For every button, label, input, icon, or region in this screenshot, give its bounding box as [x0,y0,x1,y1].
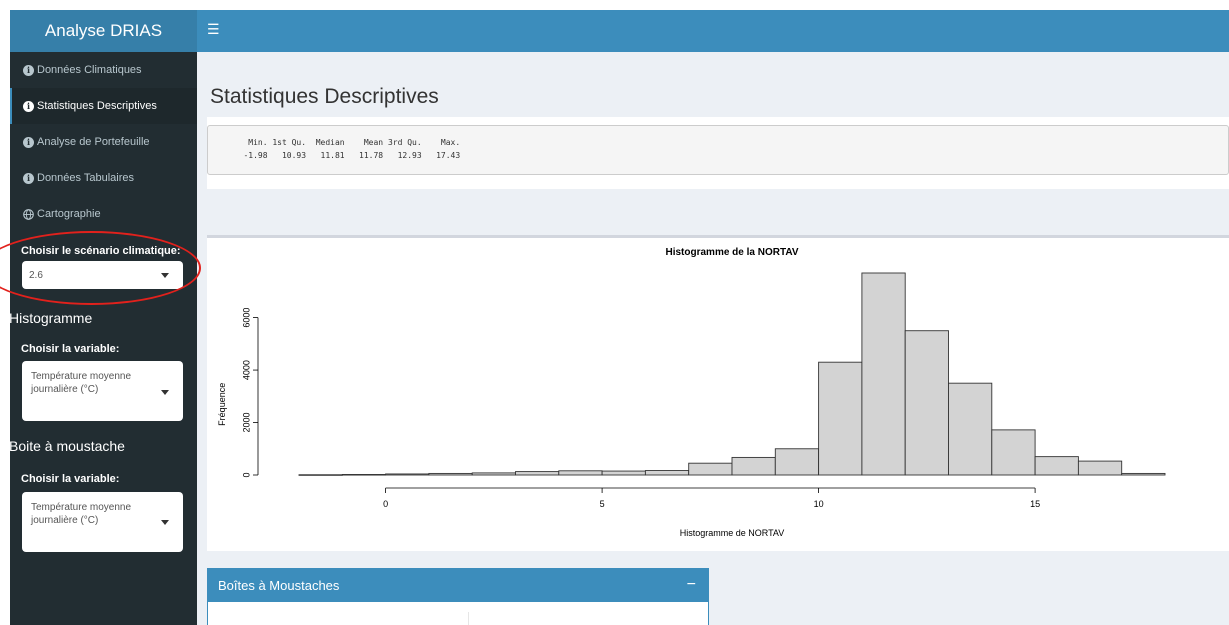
boxplot-variable-value: Température moyenne journalière (°C) [31,502,132,526]
sidebar-item-label: Données Climatiques [37,64,142,76]
x-tick-label: 0 [383,499,388,509]
boxplot-panel: Boîtes à Moustaches − [207,568,709,625]
histogram-section-title: Histogramme [9,310,93,326]
histogram-bar [731,456,776,476]
histogram-bar [298,474,343,476]
sidebar-item-label: Données Tabulaires [37,172,135,184]
info-circle-icon: i [23,64,34,76]
chevron-down-icon [161,520,169,525]
histogram-box: Histogramme de la NORTAV 0 5 10 15 Histogramm… [207,235,1229,551]
histogram-bar [1034,456,1079,476]
summary-output: Min. 1st Qu. Median Mean 3rd Qu. Max. -1… [207,125,1229,175]
histogram-variable-label: Choisir la variable: [21,343,120,355]
summary-box: Min. 1st Qu. Median Mean 3rd Qu. Max. -1… [207,117,1229,189]
histogram-bar [601,470,646,476]
y-tick-label: 0 [241,472,251,477]
main-content: Statistiques Descriptives Min. 1st Qu. M… [197,52,1229,625]
boxplot-section-title: Boite à moustache [9,438,125,454]
x-tick-label: 10 [814,499,824,509]
histogram-variable-select[interactable]: Température moyenne journalière (°C) [22,361,183,421]
panel-divider [468,612,469,625]
sidebar-item-label: Cartographie [37,208,101,220]
y-tick-label: 2000 [241,413,251,433]
histogram-bar [644,470,690,476]
histogram-bar [558,470,603,476]
histogram-variable-value: Température moyenne journalière (°C) [31,371,132,395]
globe-icon [23,208,34,220]
sidebar-item-donnees-climatiques[interactable]: i Données Climatiques [10,52,197,88]
info-circle-icon: i [23,172,34,184]
summary-value-row: -1.98 10.93 11.81 11.78 12.93 17.43 [229,151,461,160]
app-title: Analyse DRIAS [44,21,163,40]
boxplot-panel-header: Boîtes à Moustaches − [208,569,708,602]
app-logo[interactable]: Analyse DRIAS [10,10,197,52]
histogram-bar [385,473,430,476]
histogram-bar [861,272,906,476]
histogram-bar [1077,460,1123,476]
y-tick-label: 6000 [241,308,251,328]
sidebar-item-label: Statistiques Descriptives [37,100,157,112]
sidebar: i Données Climatiques i Statistiques Des… [9,52,197,625]
summary-header-row: Min. 1st Qu. Median Mean 3rd Qu. Max. [229,138,461,147]
page-title: Statistiques Descriptives [210,85,439,108]
sidebar-item-donnees-tabulaires[interactable]: i Données Tabulaires [10,160,197,196]
histogram-bar [471,472,516,476]
histogram-bar [1121,472,1166,476]
chart-title: Histogramme de la NORTAV [666,247,799,258]
sidebar-item-analyse-portefeuille[interactable]: i Analyse de Portefeuille [10,124,197,160]
histogram-chart: Histogramme de la NORTAV 0 5 10 15 Histogramm… [217,247,1166,538]
sidebar-item-label: Analyse de Portefeuille [37,136,150,148]
histogram-bar [515,471,560,476]
info-circle-icon: i [23,136,34,148]
x-tick-label: 5 [600,499,605,509]
sidebar-item-statistiques-descriptives[interactable]: i Statistiques Descriptives [10,88,197,124]
boxplot-variable-label: Choisir la variable: [21,473,120,485]
histogram-bar [991,429,1036,476]
boxplot-panel-title: Boîtes à Moustaches [218,578,340,593]
y-axis-label: Fréquence [217,383,227,426]
x-tick-label: 15 [1030,499,1040,509]
histogram-bar [688,462,733,476]
sidebar-item-cartographie[interactable]: Cartographie [10,196,197,232]
histogram-bar [341,474,387,476]
x-axis-label: Histogramme de NORTAV [680,528,785,538]
info-circle-icon: i [23,100,34,112]
boxplot-variable-select[interactable]: Température moyenne journalière (°C) [22,492,183,552]
y-tick-label: 4000 [241,360,251,380]
collapse-icon[interactable]: − [687,576,696,594]
hamburger-menu-icon[interactable]: ☰ [207,22,220,36]
chevron-down-icon [161,390,169,395]
histogram-bar [818,361,863,476]
histogram-bar [948,382,993,476]
histogram-bar [428,472,473,476]
histogram-bar [904,330,949,476]
histogram-bar [774,448,820,476]
top-navbar: ☰ [197,10,1229,52]
